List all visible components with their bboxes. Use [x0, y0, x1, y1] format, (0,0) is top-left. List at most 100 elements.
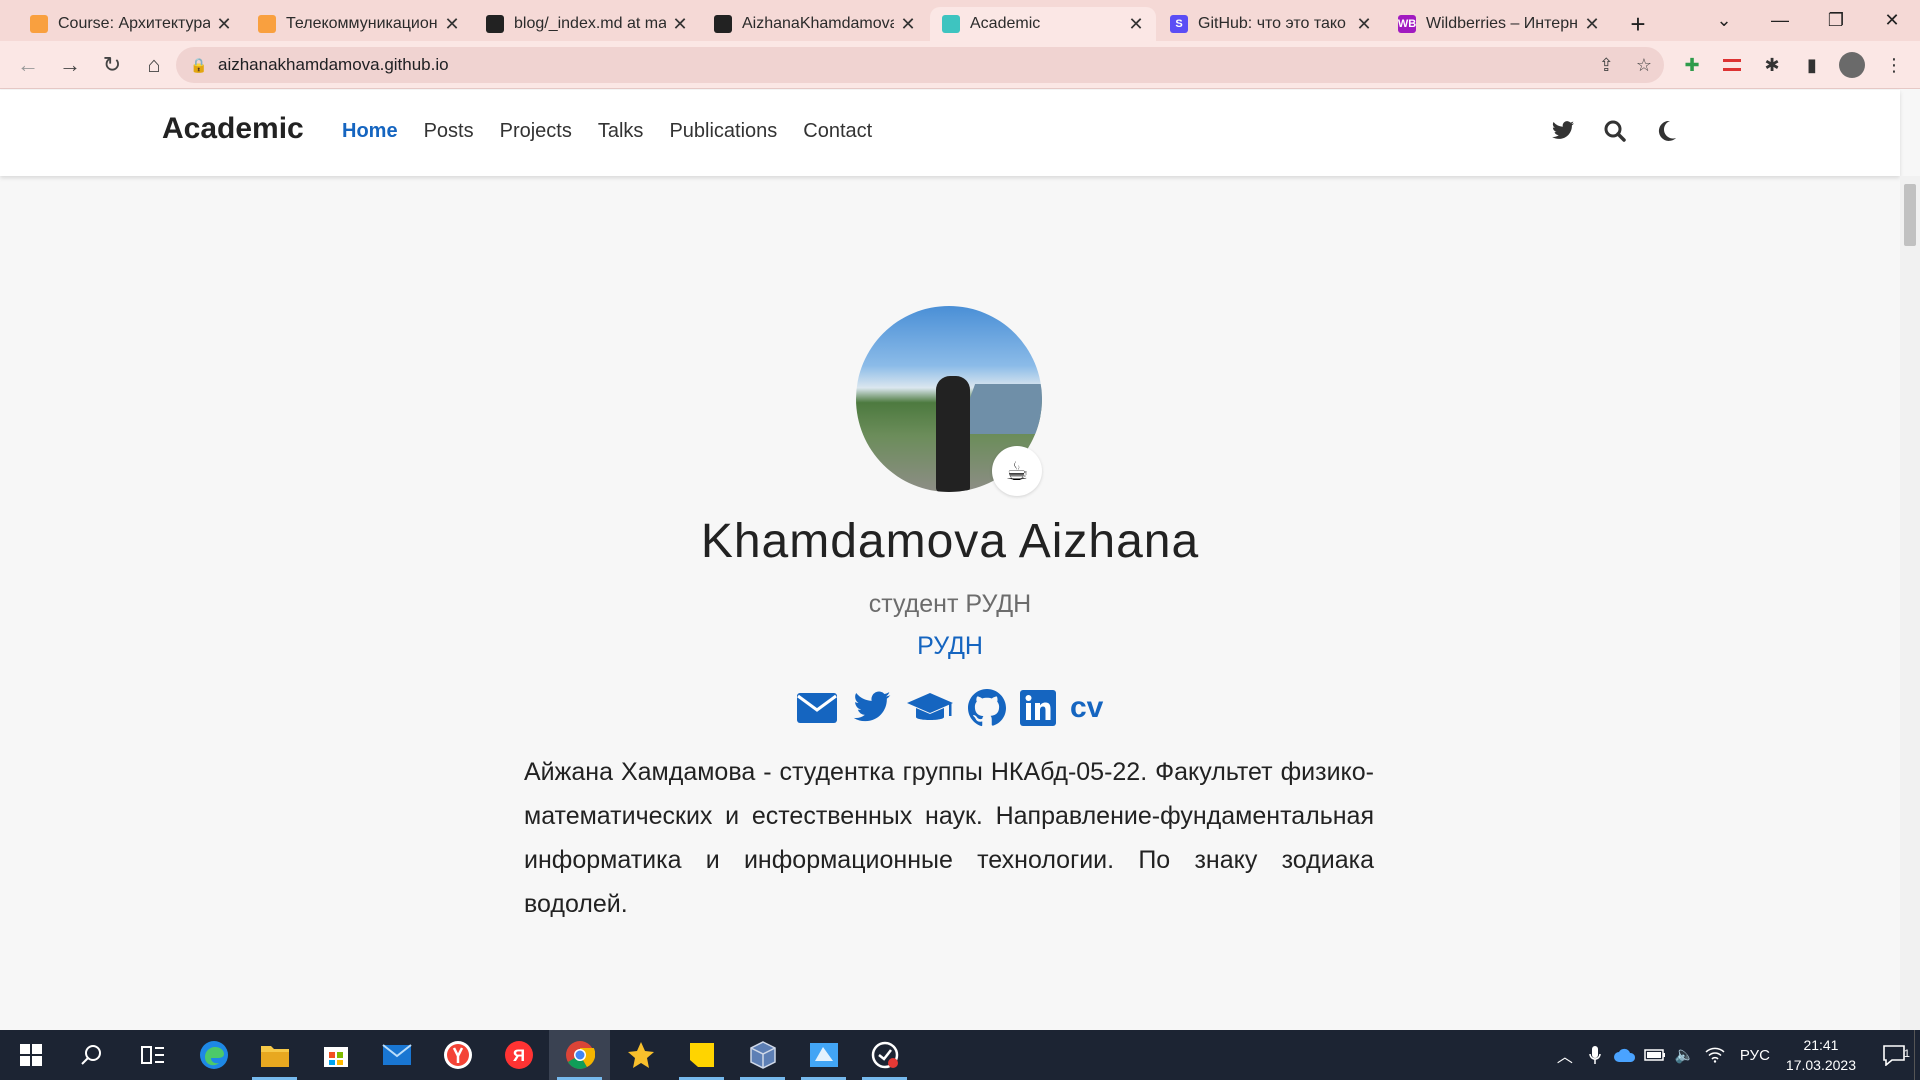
- extensions-puzzle-icon[interactable]: ✱: [1754, 47, 1790, 83]
- scrollbar-thumb[interactable]: [1904, 184, 1916, 246]
- site-navbar: Academic Home Posts Projects Talks Publicati…: [0, 90, 1900, 176]
- tab-title: AizhanaKhamdamova: [742, 15, 894, 32]
- browser-tab[interactable]: Телекоммуникацион ✕: [246, 7, 472, 41]
- status-emoji-badge: ☕: [992, 446, 1042, 496]
- profile-avatar[interactable]: [1834, 47, 1870, 83]
- file-explorer-icon[interactable]: [244, 1030, 305, 1080]
- tab-favicon-icon: [30, 15, 48, 33]
- sticky-notes-icon[interactable]: [671, 1030, 732, 1080]
- vpn-app-icon[interactable]: [793, 1030, 854, 1080]
- screen-recorder-icon[interactable]: [854, 1030, 915, 1080]
- system-tray: ︿ 🔈 РУС 21:41 17.03.2023 1: [1550, 1030, 1920, 1080]
- yandex-icon[interactable]: Я: [488, 1030, 549, 1080]
- restore-icon[interactable]: ❐: [1808, 0, 1864, 41]
- virtualbox-icon[interactable]: [732, 1030, 793, 1080]
- store-icon[interactable]: [305, 1030, 366, 1080]
- close-tab-icon[interactable]: ✕: [444, 14, 460, 35]
- extension-plus-icon[interactable]: ✚: [1674, 47, 1710, 83]
- nav-link-talks[interactable]: Talks: [598, 120, 644, 143]
- close-tab-icon[interactable]: ✕: [1356, 14, 1372, 35]
- forward-icon[interactable]: →: [50, 45, 90, 85]
- browser-tab[interactable]: blog/_index.md at ma ✕: [474, 7, 700, 41]
- search-icon[interactable]: [61, 1030, 122, 1080]
- volume-icon[interactable]: 🔈: [1670, 1045, 1700, 1065]
- tab-search-icon[interactable]: ⌄: [1696, 0, 1752, 41]
- mail-icon[interactable]: [366, 1030, 427, 1080]
- input-language[interactable]: РУС: [1740, 1047, 1770, 1064]
- wifi-icon[interactable]: [1700, 1047, 1730, 1063]
- clock-time: 21:41: [1803, 1037, 1839, 1053]
- tab-strip: Course: Архитектура ✕ Телекоммуникацион ✕ bl…: [0, 0, 1920, 41]
- organization-link[interactable]: РУДН: [917, 632, 983, 660]
- browser-tab[interactable]: S GitHub: что это тако ✕: [1158, 7, 1384, 41]
- nav-link-publications[interactable]: Publications: [669, 120, 777, 143]
- battery-icon[interactable]: [1640, 1048, 1670, 1062]
- browser-tab[interactable]: Course: Архитектура ✕: [18, 7, 244, 41]
- yandex-browser-icon[interactable]: [427, 1030, 488, 1080]
- tab-favicon-icon: [714, 15, 732, 33]
- address-bar[interactable]: 🔒 aizhanakhamdamova.github.io ⇪ ☆: [176, 47, 1664, 83]
- browser-menu-icon[interactable]: ⋮: [1876, 47, 1912, 83]
- moon-icon[interactable]: [1654, 118, 1680, 144]
- show-desktop-button[interactable]: [1914, 1030, 1920, 1080]
- reload-icon[interactable]: ↻: [92, 45, 132, 85]
- close-tab-icon[interactable]: ✕: [900, 14, 916, 35]
- star-app-icon[interactable]: [610, 1030, 671, 1080]
- browser-toolbar: ← → ↻ ⌂ 🔒 aizhanakhamdamova.github.io ⇪ …: [0, 41, 1920, 89]
- home-icon[interactable]: ⌂: [134, 45, 174, 85]
- new-tab-button[interactable]: +: [1618, 7, 1658, 41]
- twitter-icon[interactable]: [1550, 118, 1576, 144]
- task-view-icon[interactable]: [122, 1030, 183, 1080]
- site-brand[interactable]: Academic: [162, 112, 304, 146]
- microphone-icon[interactable]: [1580, 1045, 1610, 1065]
- tab-title: GitHub: что это тако: [1198, 15, 1346, 32]
- lock-icon[interactable]: 🔒: [190, 57, 207, 74]
- close-window-icon[interactable]: ✕: [1864, 0, 1920, 41]
- nav-link-projects[interactable]: Projects: [500, 120, 572, 143]
- extension-red-icon[interactable]: [1714, 47, 1750, 83]
- notification-center-icon[interactable]: 1: [1874, 1044, 1914, 1066]
- browser-tab[interactable]: WB Wildberries – Интерн ✕: [1386, 7, 1612, 41]
- nav-link-posts[interactable]: Posts: [424, 120, 474, 143]
- show-hidden-icons-icon[interactable]: ︿: [1550, 1043, 1580, 1067]
- tab-title: Academic: [970, 15, 1041, 32]
- nav-link-contact[interactable]: Contact: [803, 120, 872, 143]
- envelope-icon[interactable]: [796, 688, 838, 728]
- tab-title: Course: Архитектура: [58, 15, 210, 32]
- profile-organization: РУДН: [0, 632, 1900, 661]
- photo-person: [936, 376, 970, 492]
- back-icon[interactable]: ←: [8, 45, 48, 85]
- linkedin-icon[interactable]: [1020, 688, 1056, 728]
- chrome-icon[interactable]: [549, 1030, 610, 1080]
- onedrive-icon[interactable]: [1610, 1047, 1640, 1063]
- search-icon[interactable]: [1602, 118, 1628, 144]
- site-header-icons: [1550, 118, 1680, 144]
- minimize-icon[interactable]: —: [1752, 0, 1808, 41]
- profile-name: Khamdamova Aizhana: [700, 515, 1200, 568]
- browser-tab[interactable]: AizhanaKhamdamova ✕: [702, 7, 928, 41]
- tab-favicon-icon: WB: [1398, 15, 1416, 33]
- share-icon[interactable]: ⇪: [1599, 55, 1614, 76]
- bookmark-star-icon[interactable]: ☆: [1636, 55, 1652, 76]
- graduation-cap-icon[interactable]: [906, 688, 954, 728]
- browser-tab[interactable]: Academic ✕: [930, 7, 1156, 41]
- url-text[interactable]: aizhanakhamdamova.github.io: [218, 55, 449, 75]
- side-panel-icon[interactable]: ▮: [1794, 47, 1830, 83]
- close-tab-icon[interactable]: ✕: [672, 14, 688, 35]
- profile-role: студент РУДН: [868, 590, 1032, 618]
- taskbar-clock[interactable]: 21:41 17.03.2023: [1786, 1035, 1856, 1075]
- nav-link-home[interactable]: Home: [342, 120, 398, 143]
- twitter-icon[interactable]: [852, 688, 892, 728]
- close-tab-icon[interactable]: ✕: [1584, 14, 1600, 35]
- close-tab-icon[interactable]: ✕: [216, 14, 232, 35]
- edge-icon[interactable]: [183, 1030, 244, 1080]
- cv-icon[interactable]: cv: [1070, 688, 1103, 728]
- close-tab-icon[interactable]: ✕: [1128, 14, 1144, 35]
- tab-list: Course: Архитектура ✕ Телекоммуникацион ✕ bl…: [0, 0, 1612, 41]
- page-scrollbar[interactable]: [1900, 176, 1920, 1030]
- tab-favicon-icon: [942, 15, 960, 33]
- tab-title: Телекоммуникацион: [286, 15, 438, 32]
- tab-favicon-icon: S: [1170, 15, 1188, 33]
- start-icon[interactable]: [0, 1030, 61, 1080]
- github-icon[interactable]: [968, 688, 1006, 728]
